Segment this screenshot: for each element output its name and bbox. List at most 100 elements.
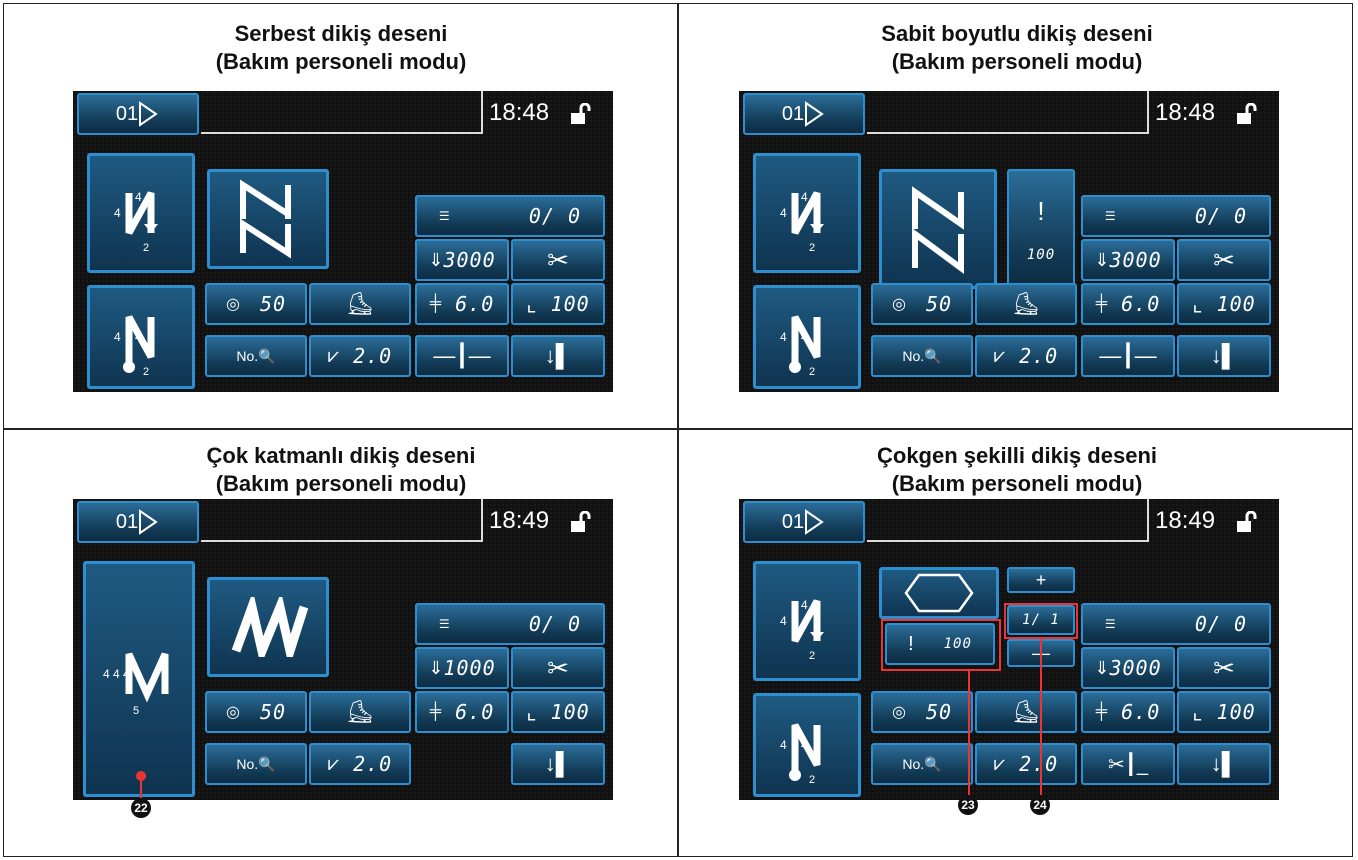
stitch-pitch-button[interactable]: ╪ 6.0 <box>1081 691 1175 733</box>
sewing-mode-button[interactable]: 44 2 <box>87 153 195 273</box>
document: Serbest dikiş deseni (Bakım personeli mod… <box>0 0 1358 860</box>
needle-count-button[interactable]: ! 100 <box>1007 169 1075 289</box>
counter-button[interactable]: ☰ 0/ 0 <box>415 603 605 645</box>
search-button[interactable]: No.🔍 <box>871 335 973 377</box>
trim-needle-button[interactable]: ✂ ┃_ <box>1081 743 1175 785</box>
step-plus-button[interactable]: + <box>1007 567 1075 593</box>
lift-button[interactable]: ⩗ 2.0 <box>309 743 411 785</box>
sewing-mode-button[interactable]: 44 2 <box>753 153 861 273</box>
thread-trimmer-button[interactable]: ✂ <box>1177 239 1271 281</box>
stitch-pitch-button[interactable]: ╪ 6.0 <box>415 691 509 733</box>
thread-trimmer-button[interactable]: ✂ <box>511 647 605 689</box>
svg-text:2: 2 <box>809 650 815 661</box>
callout-line <box>140 780 142 798</box>
end-mode-button[interactable]: 44 2 <box>753 285 861 389</box>
svg-text:4: 4 <box>780 206 787 220</box>
svg-text:4: 4 <box>801 738 808 752</box>
presser-pressure-button[interactable]: ⌞ 100 <box>511 283 605 325</box>
unlock-icon[interactable] <box>569 511 591 533</box>
message-area <box>201 91 483 134</box>
pattern-arrow-icon <box>139 509 158 535</box>
thread-tension-button[interactable]: ◎ 50 <box>205 691 307 733</box>
svg-text:4: 4 <box>780 614 787 628</box>
screen-free-sewing: 01 18:48 442 442 ☰ 0/ 0 ⇓ 3000 ✂ ◎ 50 ⛸ ╪ 6.… <box>73 91 613 392</box>
svg-text:4: 4 <box>780 738 787 752</box>
pattern-arrow-icon <box>139 101 158 127</box>
svg-text:4: 4 <box>801 190 808 204</box>
callout-number: 23 <box>958 795 978 815</box>
message-area <box>867 91 1149 134</box>
panel-title: Serbest dikiş deseni (Bakım personeli mod… <box>215 21 467 74</box>
sewing-mode-button[interactable]: 44 2 <box>753 561 861 681</box>
presser-pressure-button[interactable]: ⌞ 100 <box>1177 283 1271 325</box>
reverse-feed-button[interactable]: ↓▌ <box>1177 335 1271 377</box>
presser-foot-button[interactable]: ⛸ <box>975 283 1077 325</box>
svg-text:4: 4 <box>780 330 787 344</box>
svg-text:5: 5 <box>133 705 139 717</box>
unlock-icon[interactable] <box>1235 103 1257 125</box>
reverse-feed-button[interactable]: ↓▌ <box>1177 743 1271 785</box>
counter-icon: ☰ <box>1104 209 1116 223</box>
clock: 18:48 <box>489 99 550 126</box>
search-button[interactable]: No.🔍 <box>871 743 973 785</box>
stitch-pitch-button[interactable]: ╪ 6.0 <box>415 283 509 325</box>
end-mode-button[interactable]: 44 2 <box>87 285 195 389</box>
pattern-number-button[interactable]: 01 <box>77 93 199 135</box>
pattern-shape-button[interactable] <box>207 577 329 677</box>
message-area <box>201 499 483 542</box>
needle-position-button[interactable]: —┃— <box>1081 335 1175 377</box>
pattern-shape-button[interactable] <box>207 169 329 269</box>
pattern-number-button[interactable]: 01 <box>743 93 865 135</box>
max-speed-button[interactable]: ⇓ 3000 <box>1081 239 1175 281</box>
unlock-icon[interactable] <box>1235 511 1257 533</box>
pattern-arrow-icon <box>805 509 824 535</box>
counter-icon: ☰ <box>438 209 450 223</box>
svg-text:4: 4 <box>801 330 808 344</box>
end-stitch-icon: 4 4 2 <box>114 315 155 377</box>
counter-button[interactable]: ☰ 0/ 0 <box>1081 195 1271 237</box>
lift-button[interactable]: ⩗ 2.0 <box>309 335 411 377</box>
pattern-number-button[interactable]: 01 <box>77 501 199 543</box>
reverse-feed-button[interactable]: ↓▌ <box>511 335 605 377</box>
end-stitch-icon: 4 4 2 <box>780 723 821 785</box>
lift-button[interactable]: ⩗ 2.0 <box>975 743 1077 785</box>
end-stitch-icon: 4 4 2 <box>780 315 821 377</box>
thread-tension-button[interactable]: ◎ 50 <box>205 283 307 325</box>
pattern-shape-button[interactable] <box>879 169 997 289</box>
callout-line <box>1040 639 1042 795</box>
presser-pressure-button[interactable]: ⌞ 100 <box>1177 691 1271 733</box>
counter-button[interactable]: ☰ 0/ 0 <box>1081 603 1271 645</box>
thread-trimmer-button[interactable]: ✂ <box>511 239 605 281</box>
search-button[interactable]: No.🔍 <box>205 335 307 377</box>
end-mode-button[interactable]: 44 2 <box>753 693 861 797</box>
unlock-icon[interactable] <box>569 103 591 125</box>
thread-tension-button[interactable]: ◎ 50 <box>871 283 973 325</box>
search-button[interactable]: No.🔍 <box>205 743 307 785</box>
svg-text:4: 4 <box>114 330 121 344</box>
presser-foot-button[interactable]: ⛸ <box>975 691 1077 733</box>
needle-position-button[interactable]: —┃— <box>415 335 509 377</box>
reverse-feed-button[interactable]: ↓▌ <box>511 743 605 785</box>
polygon-shape-button[interactable] <box>879 567 999 619</box>
clock: 18:49 <box>1155 507 1216 534</box>
stitch-pitch-button[interactable]: ╪ 6.0 <box>1081 283 1175 325</box>
clock: 18:48 <box>1155 99 1216 126</box>
presser-foot-button[interactable]: ⛸ <box>309 283 411 325</box>
callout-line <box>968 671 970 795</box>
max-speed-button[interactable]: ⇓ 3000 <box>415 239 509 281</box>
max-speed-button[interactable]: ⇓ 3000 <box>1081 647 1175 689</box>
thread-tension-button[interactable]: ◎ 50 <box>871 691 973 733</box>
pattern-number-button[interactable]: 01 <box>743 501 865 543</box>
counter-icon: ☰ <box>438 617 450 631</box>
svg-text:2: 2 <box>809 366 815 377</box>
presser-foot-button[interactable]: ⛸ <box>309 691 411 733</box>
multi-layer-mode-button[interactable]: 444 5 <box>83 561 195 797</box>
thread-trimmer-button[interactable]: ✂ <box>1177 647 1271 689</box>
message-area <box>867 499 1149 542</box>
clock: 18:49 <box>489 507 550 534</box>
counter-button[interactable]: ☰ 0/ 0 <box>415 195 605 237</box>
callout-number: 22 <box>131 798 151 818</box>
lift-button[interactable]: ⩗ 2.0 <box>975 335 1077 377</box>
presser-pressure-button[interactable]: ⌞ 100 <box>511 691 605 733</box>
max-speed-button[interactable]: ⇓ 1000 <box>415 647 509 689</box>
